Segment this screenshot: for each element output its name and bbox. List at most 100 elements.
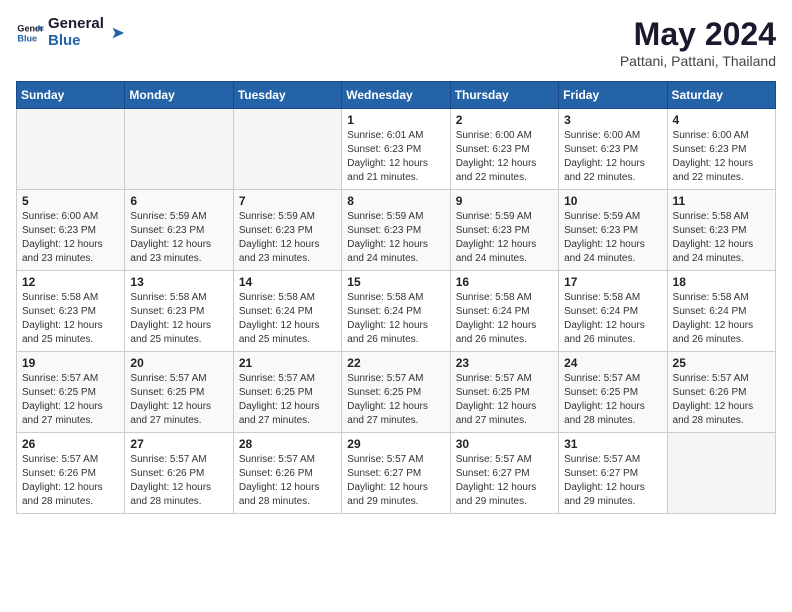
calendar-cell: 4 Sunrise: 6:00 AM Sunset: 6:23 PM Daylig… bbox=[667, 109, 775, 190]
day-number: 14 bbox=[239, 275, 336, 289]
location-subtitle: Pattani, Pattani, Thailand bbox=[620, 53, 776, 69]
day-number: 28 bbox=[239, 437, 336, 451]
logo: General Blue General Blue bbox=[16, 16, 126, 49]
day-number: 29 bbox=[347, 437, 444, 451]
calendar-table: SundayMondayTuesdayWednesdayThursdayFrid… bbox=[16, 81, 776, 514]
day-info: Sunrise: 5:58 AM Sunset: 6:23 PM Dayligh… bbox=[130, 291, 227, 347]
day-info: Sunrise: 5:58 AM Sunset: 6:24 PM Dayligh… bbox=[456, 291, 553, 347]
calendar-cell: 12 Sunrise: 5:58 AM Sunset: 6:23 PM Dayli… bbox=[17, 271, 125, 352]
day-number: 4 bbox=[673, 113, 770, 127]
day-info: Sunrise: 6:00 AM Sunset: 6:23 PM Dayligh… bbox=[673, 129, 770, 185]
calendar-cell: 20 Sunrise: 5:57 AM Sunset: 6:25 PM Dayli… bbox=[125, 352, 233, 433]
day-info: Sunrise: 5:57 AM Sunset: 6:26 PM Dayligh… bbox=[239, 453, 336, 509]
day-number: 18 bbox=[673, 275, 770, 289]
calendar-cell: 10Sunrise: 5:59 AM Sunset: 6:23 PM Dayli… bbox=[559, 190, 667, 271]
calendar-cell: 1 Sunrise: 6:01 AM Sunset: 6:23 PM Daylig… bbox=[342, 109, 450, 190]
day-number: 12 bbox=[22, 275, 119, 289]
calendar-cell: 27 Sunrise: 5:57 AM Sunset: 6:26 PM Dayli… bbox=[125, 433, 233, 514]
calendar-cell: 11 Sunrise: 5:58 AM Sunset: 6:23 PM Dayli… bbox=[667, 190, 775, 271]
day-info: Sunrise: 5:57 AM Sunset: 6:26 PM Dayligh… bbox=[130, 453, 227, 509]
calendar-cell: 26Sunrise: 5:57 AM Sunset: 6:26 PM Dayli… bbox=[17, 433, 125, 514]
day-info: Sunrise: 5:57 AM Sunset: 6:25 PM Dayligh… bbox=[130, 372, 227, 428]
calendar-cell: 3 Sunrise: 6:00 AM Sunset: 6:23 PM Daylig… bbox=[559, 109, 667, 190]
day-info: Sunrise: 5:59 AM Sunset: 6:23 PM Dayligh… bbox=[130, 210, 227, 266]
logo-blue: Blue bbox=[48, 33, 104, 50]
calendar-cell: 6Sunrise: 5:59 AM Sunset: 6:23 PM Daylig… bbox=[125, 190, 233, 271]
day-number: 31 bbox=[564, 437, 661, 451]
calendar-cell: 19Sunrise: 5:57 AM Sunset: 6:25 PM Dayli… bbox=[17, 352, 125, 433]
day-info: Sunrise: 5:57 AM Sunset: 6:27 PM Dayligh… bbox=[347, 453, 444, 509]
day-info: Sunrise: 5:57 AM Sunset: 6:26 PM Dayligh… bbox=[673, 372, 770, 428]
day-info: Sunrise: 5:57 AM Sunset: 6:25 PM Dayligh… bbox=[22, 372, 119, 428]
day-info: Sunrise: 6:00 AM Sunset: 6:23 PM Dayligh… bbox=[456, 129, 553, 185]
day-info: Sunrise: 5:58 AM Sunset: 6:24 PM Dayligh… bbox=[239, 291, 336, 347]
day-info: Sunrise: 6:00 AM Sunset: 6:23 PM Dayligh… bbox=[564, 129, 661, 185]
day-info: Sunrise: 5:58 AM Sunset: 6:23 PM Dayligh… bbox=[22, 291, 119, 347]
weekday-header-thursday: Thursday bbox=[450, 82, 558, 109]
weekday-header-saturday: Saturday bbox=[667, 82, 775, 109]
calendar-cell: 16 Sunrise: 5:58 AM Sunset: 6:24 PM Dayli… bbox=[450, 271, 558, 352]
day-number: 30 bbox=[456, 437, 553, 451]
calendar-cell bbox=[17, 109, 125, 190]
month-year-title: May 2024 bbox=[620, 16, 776, 53]
calendar-week-row: 1 Sunrise: 6:01 AM Sunset: 6:23 PM Daylig… bbox=[17, 109, 776, 190]
day-info: Sunrise: 5:57 AM Sunset: 6:27 PM Dayligh… bbox=[564, 453, 661, 509]
day-number: 24 bbox=[564, 356, 661, 370]
day-info: Sunrise: 5:57 AM Sunset: 6:25 PM Dayligh… bbox=[564, 372, 661, 428]
calendar-cell: 7 Sunrise: 5:59 AM Sunset: 6:23 PM Daylig… bbox=[233, 190, 341, 271]
day-number: 21 bbox=[239, 356, 336, 370]
weekday-header-wednesday: Wednesday bbox=[342, 82, 450, 109]
calendar-cell: 14 Sunrise: 5:58 AM Sunset: 6:24 PM Dayli… bbox=[233, 271, 341, 352]
calendar-cell: 25Sunrise: 5:57 AM Sunset: 6:26 PM Dayli… bbox=[667, 352, 775, 433]
day-info: Sunrise: 5:57 AM Sunset: 6:25 PM Dayligh… bbox=[347, 372, 444, 428]
calendar-cell: 31 Sunrise: 5:57 AM Sunset: 6:27 PM Dayli… bbox=[559, 433, 667, 514]
day-number: 9 bbox=[456, 194, 553, 208]
weekday-header-sunday: Sunday bbox=[17, 82, 125, 109]
day-info: Sunrise: 5:59 AM Sunset: 6:23 PM Dayligh… bbox=[239, 210, 336, 266]
day-number: 20 bbox=[130, 356, 227, 370]
svg-text:Blue: Blue bbox=[17, 33, 37, 43]
weekday-header-monday: Monday bbox=[125, 82, 233, 109]
day-number: 7 bbox=[239, 194, 336, 208]
day-number: 3 bbox=[564, 113, 661, 127]
calendar-cell: 22Sunrise: 5:57 AM Sunset: 6:25 PM Dayli… bbox=[342, 352, 450, 433]
title-block: May 2024 Pattani, Pattani, Thailand bbox=[620, 16, 776, 69]
day-number: 23 bbox=[456, 356, 553, 370]
day-number: 11 bbox=[673, 194, 770, 208]
calendar-cell: 30Sunrise: 5:57 AM Sunset: 6:27 PM Dayli… bbox=[450, 433, 558, 514]
calendar-week-row: 26 Sunrise: 5:57 AM Sunset: 6:26 PM Dayli… bbox=[17, 433, 776, 514]
calendar-cell: 24 Sunrise: 5:57 AM Sunset: 6:25 PM Dayli… bbox=[559, 352, 667, 433]
calendar-cell: 18 Sunrise: 5:58 AM Sunset: 6:24 PM Dayli… bbox=[667, 271, 775, 352]
logo-general: General bbox=[48, 16, 104, 33]
weekday-header-friday: Friday bbox=[559, 82, 667, 109]
day-number: 16 bbox=[456, 275, 553, 289]
day-number: 5 bbox=[22, 194, 119, 208]
calendar-week-row: 5 Sunrise: 6:00 AM Sunset: 6:23 PM Daylig… bbox=[17, 190, 776, 271]
day-info: Sunrise: 5:58 AM Sunset: 6:24 PM Dayligh… bbox=[564, 291, 661, 347]
day-info: Sunrise: 5:58 AM Sunset: 6:23 PM Dayligh… bbox=[673, 210, 770, 266]
day-number: 1 bbox=[347, 113, 444, 127]
calendar-cell: 15Sunrise: 5:58 AM Sunset: 6:24 PM Dayli… bbox=[342, 271, 450, 352]
calendar-cell: 2 Sunrise: 6:00 AM Sunset: 6:23 PM Daylig… bbox=[450, 109, 558, 190]
calendar-week-row: 19Sunrise: 5:57 AM Sunset: 6:25 PM Dayli… bbox=[17, 352, 776, 433]
day-number: 26 bbox=[22, 437, 119, 451]
day-number: 10 bbox=[564, 194, 661, 208]
page-header: General Blue General Blue May 2024 Patta… bbox=[16, 16, 776, 69]
day-info: Sunrise: 5:58 AM Sunset: 6:24 PM Dayligh… bbox=[673, 291, 770, 347]
calendar-cell bbox=[667, 433, 775, 514]
day-info: Sunrise: 5:58 AM Sunset: 6:24 PM Dayligh… bbox=[347, 291, 444, 347]
day-number: 13 bbox=[130, 275, 227, 289]
day-info: Sunrise: 5:57 AM Sunset: 6:25 PM Dayligh… bbox=[239, 372, 336, 428]
day-info: Sunrise: 6:00 AM Sunset: 6:23 PM Dayligh… bbox=[22, 210, 119, 266]
calendar-cell bbox=[125, 109, 233, 190]
day-number: 2 bbox=[456, 113, 553, 127]
logo-icon: General Blue bbox=[16, 19, 44, 47]
day-number: 27 bbox=[130, 437, 227, 451]
day-info: Sunrise: 6:01 AM Sunset: 6:23 PM Dayligh… bbox=[347, 129, 444, 185]
calendar-cell: 17Sunrise: 5:58 AM Sunset: 6:24 PM Dayli… bbox=[559, 271, 667, 352]
calendar-cell: 9Sunrise: 5:59 AM Sunset: 6:23 PM Daylig… bbox=[450, 190, 558, 271]
calendar-cell: 28 Sunrise: 5:57 AM Sunset: 6:26 PM Dayli… bbox=[233, 433, 341, 514]
day-info: Sunrise: 5:59 AM Sunset: 6:23 PM Dayligh… bbox=[347, 210, 444, 266]
calendar-cell: 29 Sunrise: 5:57 AM Sunset: 6:27 PM Dayli… bbox=[342, 433, 450, 514]
calendar-cell: 21 Sunrise: 5:57 AM Sunset: 6:25 PM Dayli… bbox=[233, 352, 341, 433]
